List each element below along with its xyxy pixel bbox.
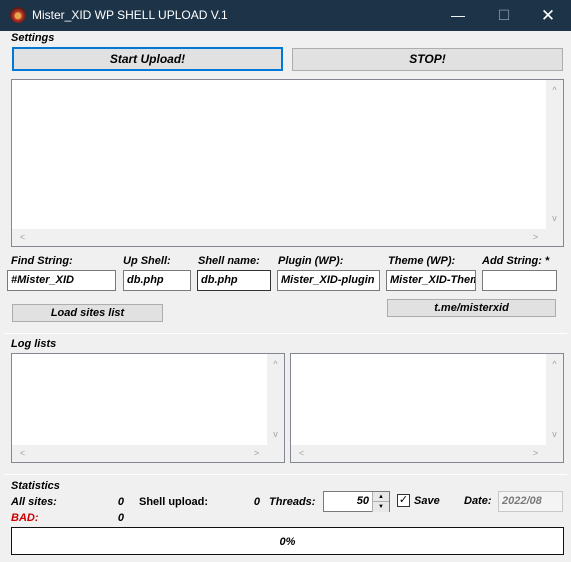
horizontal-scrollbar[interactable]: < > [12,445,284,462]
vertical-scrollbar[interactable]: ^ v [546,354,563,445]
threads-label: Threads: [269,496,316,508]
shell-name-input[interactable]: db.php [197,270,271,291]
horizontal-scrollbar[interactable]: < > [12,229,563,246]
up-shell-label: Up Shell: [123,255,171,267]
load-sites-button[interactable]: Load sites list [12,304,163,322]
horizontal-scrollbar[interactable]: < > [291,445,563,462]
log-lists-group-label: Log lists [11,338,57,350]
window-title: Mister_XID WP SHELL UPLOAD V.1 [32,8,228,22]
scroll-down-icon[interactable]: v [267,426,284,443]
plugin-label: Plugin (WP): [278,255,344,267]
telegram-link-button[interactable]: t.me/misterxid [387,299,556,317]
close-button[interactable]: ✕ [525,0,571,31]
theme-label: Theme (WP): [388,255,456,267]
stop-button[interactable]: STOP! [292,48,563,71]
progress-text: 0% [279,536,296,548]
title-bar: Mister_XID WP SHELL UPLOAD V.1 — ☐ ✕ [0,0,571,31]
minimize-button[interactable]: — [435,0,481,31]
date-field: 2022/08 [498,491,563,512]
start-upload-button[interactable]: Start Upload! [12,47,283,71]
scroll-left-icon[interactable]: < [14,445,31,462]
scroll-down-icon[interactable]: v [546,426,563,443]
up-shell-input[interactable]: db.php [123,270,191,291]
shell-name-label: Shell name: [198,255,260,267]
vertical-scrollbar[interactable]: ^ v [267,354,284,445]
date-label: Date: [464,495,492,507]
save-label[interactable]: Save [414,495,440,507]
bad-label: BAD: [11,512,39,524]
shell-upload-value: 0 [253,496,260,508]
shell-upload-label: Shell upload: [139,496,209,508]
vertical-scrollbar[interactable]: ^ v [546,80,563,229]
scroll-down-icon[interactable]: v [546,210,563,227]
plugin-input[interactable]: Mister_XID-plugin [277,270,380,291]
all-sites-value: 0 [117,496,124,508]
scroll-right-icon[interactable]: > [527,445,544,462]
add-string-input[interactable] [482,270,557,291]
separator [4,474,567,475]
spin-down-icon[interactable]: ▼ [372,502,389,512]
theme-input[interactable]: Mister_XID-Theme [386,270,476,291]
spin-up-icon[interactable]: ▲ [372,492,389,502]
separator [4,333,567,334]
maximize-button[interactable]: ☐ [481,0,527,31]
threads-stepper[interactable]: 50 ▲ ▼ [323,491,390,512]
good-log-list[interactable]: ^ v < > [11,353,285,463]
find-string-input[interactable]: #Mister_XID [7,270,116,291]
scroll-right-icon[interactable]: > [248,445,265,462]
statistics-group-label: Statistics [11,480,60,492]
save-checkbox[interactable]: ✓ [397,494,410,507]
scroll-left-icon[interactable]: < [293,445,310,462]
scroll-left-icon[interactable]: < [14,229,31,246]
scroll-up-icon[interactable]: ^ [546,82,563,99]
add-string-label: Add String: * [482,255,550,267]
app-logo-icon [10,7,26,23]
threads-value[interactable]: 50 [357,495,369,507]
find-string-label: Find String: [11,255,73,267]
progress-bar: 0% [11,527,564,555]
bad-value: 0 [117,512,124,524]
all-sites-label: All sites: [11,496,57,508]
scroll-right-icon[interactable]: > [527,229,544,246]
sites-textarea[interactable]: ^ v < > [11,79,564,247]
settings-group-label: Settings [11,32,55,44]
scroll-up-icon[interactable]: ^ [267,356,284,373]
scroll-up-icon[interactable]: ^ [546,356,563,373]
bad-log-list[interactable]: ^ v < > [290,353,564,463]
